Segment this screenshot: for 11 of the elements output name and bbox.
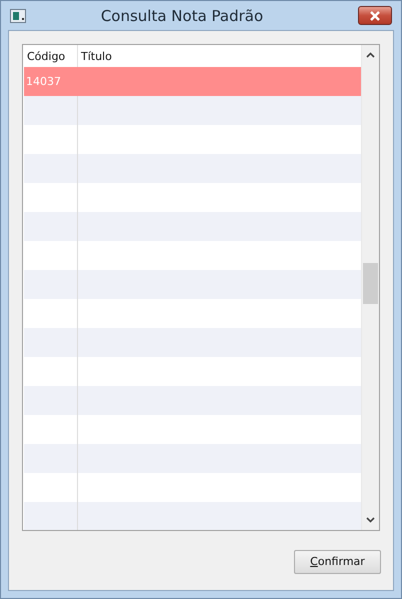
scrollbar-thumb[interactable] <box>363 263 378 304</box>
window-icon <box>10 8 26 22</box>
scroll-up-icon[interactable] <box>366 52 375 58</box>
close-button[interactable] <box>358 6 392 25</box>
confirm-button[interactable]: Confirmar <box>294 550 381 574</box>
column-header[interactable]: Título <box>78 50 361 62</box>
table-cell-text: 14037 <box>25 74 62 90</box>
window-title: Consulta Nota Padrão <box>100 6 264 24</box>
scroll-down-icon[interactable] <box>366 517 375 523</box>
close-icon[interactable] <box>369 10 381 20</box>
scrollbar[interactable] <box>361 45 379 530</box>
